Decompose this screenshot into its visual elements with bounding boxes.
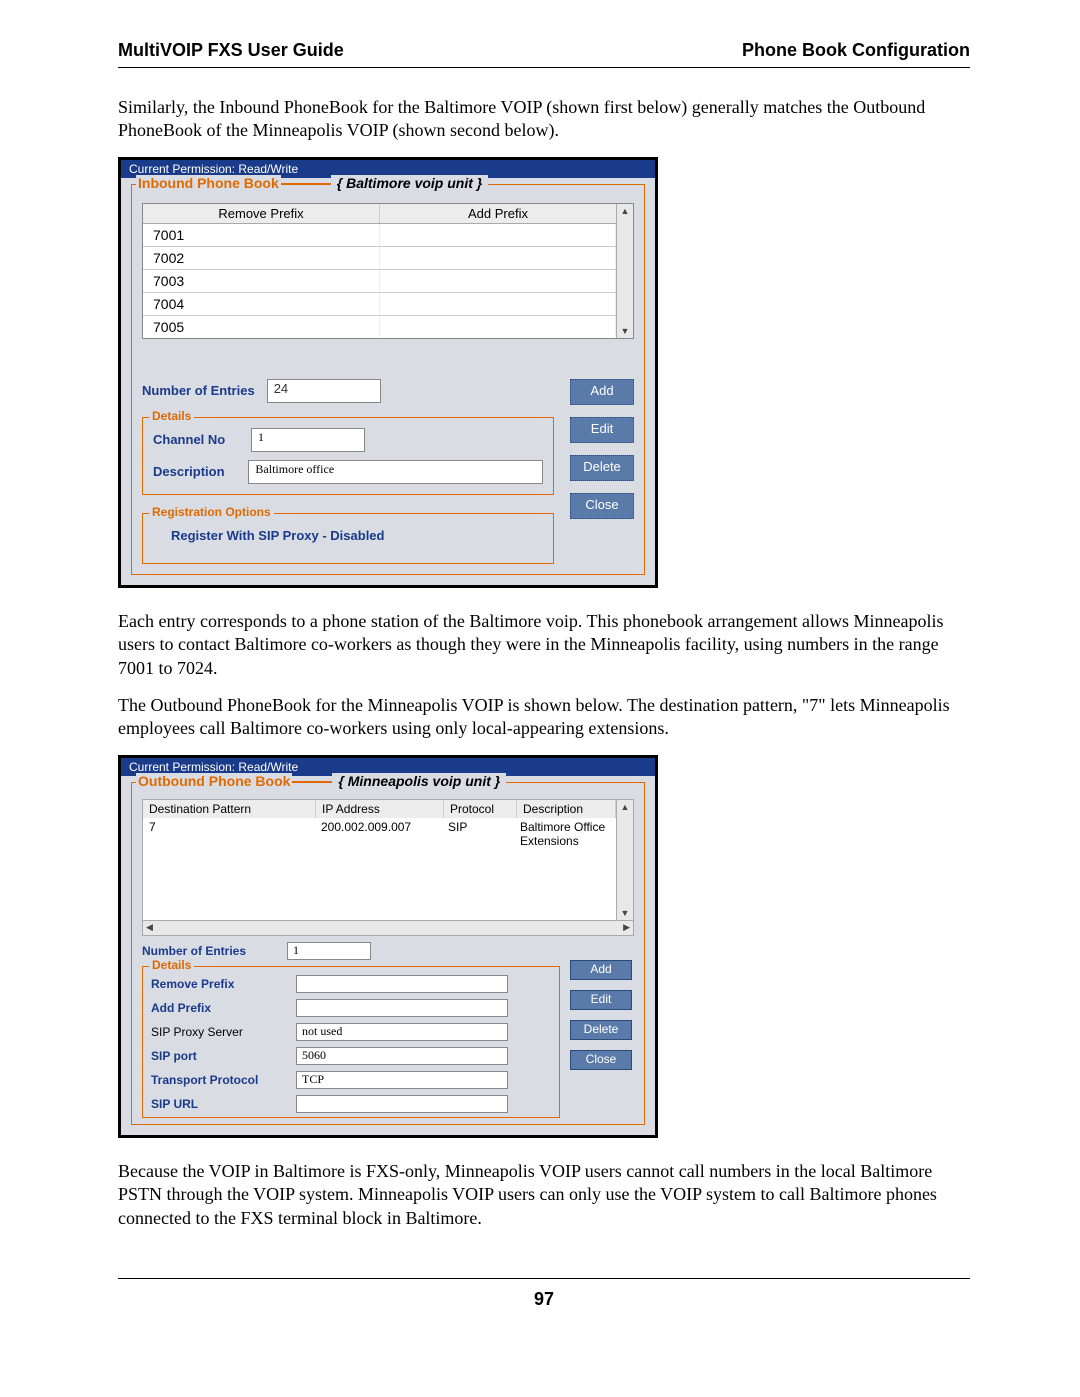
paragraph-2: Each entry corresponds to a phone statio… <box>118 610 970 680</box>
out-entries-label: Number of Entries <box>142 944 277 958</box>
add-button[interactable]: Add <box>570 379 634 405</box>
entries-label: Number of Entries <box>142 383 255 398</box>
transport-value: TCP <box>296 1071 508 1089</box>
description-value: Baltimore office <box>248 460 543 484</box>
scroll-down-icon[interactable]: ▼ <box>621 906 630 920</box>
outbound-table: Destination Pattern IP Address Protocol … <box>142 799 634 936</box>
sip-port-label: SIP port <box>151 1049 286 1063</box>
outbound-unit-label: { Minneapolis voip unit } <box>332 773 506 789</box>
inbound-table: Remove Prefix Add Prefix 7001 7002 7003 … <box>142 203 634 339</box>
header-rule <box>118 67 970 68</box>
remove-prefix-label: Remove Prefix <box>151 977 286 991</box>
channel-value: 1 <box>251 428 365 452</box>
reg-text: Register With SIP Proxy - Disabled <box>171 528 543 543</box>
inbound-unit-label: { Baltimore voip unit } <box>331 175 488 191</box>
scroll-left-icon[interactable]: ◀ <box>143 922 156 933</box>
table-row[interactable]: 7004 <box>143 293 380 315</box>
footer-rule <box>118 1278 970 1279</box>
details-title: Details <box>149 409 194 423</box>
table-row[interactable]: 7 200.002.009.007 SIP Baltimore Office E… <box>143 818 616 850</box>
inbound-group-label: Inbound Phone Book <box>136 175 281 191</box>
col-add-prefix[interactable]: Add Prefix <box>380 204 616 223</box>
col-protocol[interactable]: Protocol <box>444 800 517 818</box>
table-row[interactable]: 7005 <box>143 316 380 338</box>
page-number: 97 <box>118 1289 970 1310</box>
out-entries-value: 1 <box>287 942 371 960</box>
outbound-group-label: Outbound Phone Book <box>136 773 292 789</box>
sip-proxy-value: not used <box>296 1023 508 1041</box>
table-row[interactable]: 7003 <box>143 270 380 292</box>
scroll-right-icon[interactable]: ▶ <box>620 922 633 933</box>
transport-label: Transport Protocol <box>151 1073 286 1087</box>
close-button[interactable]: Close <box>570 493 634 519</box>
scrollbar[interactable]: ▲ ▼ <box>616 204 633 338</box>
scroll-up-icon[interactable]: ▲ <box>621 204 630 218</box>
delete-button[interactable]: Delete <box>570 455 634 481</box>
delete-button[interactable]: Delete <box>570 1020 632 1040</box>
header-left: MultiVOIP FXS User Guide <box>118 40 344 61</box>
col-description[interactable]: Description <box>517 800 616 818</box>
paragraph-1: Similarly, the Inbound PhoneBook for the… <box>118 96 970 143</box>
edit-button[interactable]: Edit <box>570 417 634 443</box>
table-row[interactable]: 7002 <box>143 247 380 269</box>
description-label: Description <box>153 464 230 479</box>
out-details-title: Details <box>149 958 194 972</box>
scrollbar[interactable]: ▲ ▼ <box>616 800 633 920</box>
scroll-down-icon[interactable]: ▼ <box>621 324 630 338</box>
add-prefix-value <box>296 999 508 1017</box>
paragraph-4: Because the VOIP in Baltimore is FXS-onl… <box>118 1160 970 1230</box>
remove-prefix-value <box>296 975 508 993</box>
header-right: Phone Book Configuration <box>742 40 970 61</box>
h-scrollbar[interactable]: ◀ ▶ <box>143 920 633 935</box>
entries-value: 24 <box>267 379 381 403</box>
table-row[interactable]: 7001 <box>143 224 380 246</box>
edit-button[interactable]: Edit <box>570 990 632 1010</box>
paragraph-3: The Outbound PhoneBook for the Minneapol… <box>118 694 970 741</box>
add-prefix-label: Add Prefix <box>151 1001 286 1015</box>
sip-url-label: SIP URL <box>151 1097 286 1111</box>
reg-title: Registration Options <box>149 505 274 519</box>
add-button[interactable]: Add <box>570 960 632 980</box>
sip-proxy-label: SIP Proxy Server <box>151 1025 286 1039</box>
sip-port-value: 5060 <box>296 1047 508 1065</box>
col-dest-pattern[interactable]: Destination Pattern <box>143 800 316 818</box>
sip-url-value <box>296 1095 508 1113</box>
scroll-up-icon[interactable]: ▲ <box>621 800 630 814</box>
col-remove-prefix[interactable]: Remove Prefix <box>143 204 380 223</box>
channel-label: Channel No <box>153 432 233 447</box>
col-ip-address[interactable]: IP Address <box>316 800 444 818</box>
close-button[interactable]: Close <box>570 1050 632 1070</box>
